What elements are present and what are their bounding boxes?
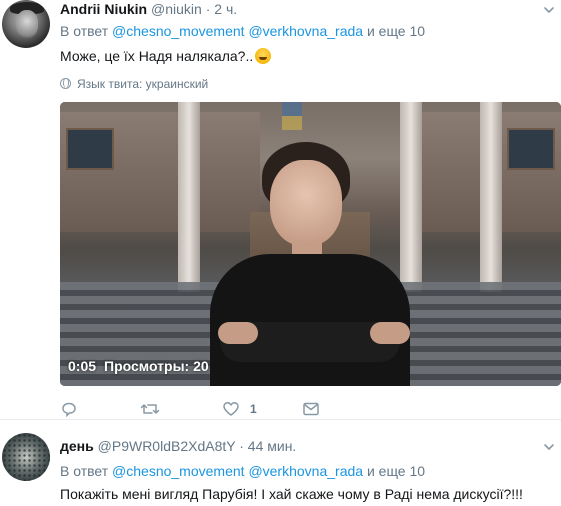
video-frame (60, 102, 561, 386)
tweet-header: день @P9WR0ldB2XdA8tY · 44 мин. (60, 437, 296, 455)
tweet-text-content: Може, це їх Надя налякала?.. (60, 48, 254, 64)
tweet[interactable]: Andrii Niukin @niukin · 2 ч. В ответ @ch… (0, 0, 561, 420)
avatar[interactable] (2, 0, 50, 48)
user-handle[interactable]: @P9WR0ldB2XdA8tY (98, 438, 236, 454)
mention-link[interactable]: @chesno_movement (112, 463, 245, 479)
mention-link[interactable]: @verkhovna_rada (248, 463, 363, 479)
tweet-header: Andrii Niukin @niukin · 2 ч. (60, 0, 237, 18)
mention-link[interactable]: @chesno_movement (112, 23, 245, 39)
reply-context: В ответ @chesno_movement @verkhovna_rada… (60, 22, 425, 40)
language-label: Язык твита: украинский (77, 77, 209, 91)
like-button[interactable]: 1 (222, 400, 257, 418)
tweet-text: Може, це їх Надя налякала?.. (60, 46, 272, 66)
reply-prefix: В ответ (60, 463, 109, 479)
tweet[interactable]: день @P9WR0ldB2XdA8tY · 44 мин. В ответ … (0, 421, 561, 506)
video-person (210, 142, 410, 386)
tweet-text: Покажіть мені вигляд Парубія! І хай скаж… (60, 486, 523, 502)
reply-context: В ответ @chesno_movement @verkhovna_rada… (60, 462, 425, 480)
retweet-button[interactable] (140, 400, 160, 418)
reply-button[interactable] (60, 400, 78, 418)
reply-others[interactable]: и еще 10 (367, 23, 425, 39)
user-name[interactable]: день (60, 438, 94, 454)
video-info: 0:05 Просмотры: 20 (68, 358, 209, 374)
video-views: Просмотры: 20 (104, 358, 209, 374)
like-count: 1 (250, 402, 257, 416)
reply-icon (62, 402, 76, 418)
chevron-down-icon[interactable] (543, 441, 555, 453)
video-time: 0:05 (68, 358, 97, 374)
globe-icon (60, 78, 71, 89)
separator: · (239, 438, 244, 454)
reply-others[interactable]: и еще 10 (367, 463, 425, 479)
tweet-language: Язык твита: украинский (60, 76, 208, 92)
user-handle[interactable]: @niukin (151, 1, 202, 17)
video-player[interactable]: 0:05 Просмотры: 20 (60, 102, 561, 386)
timestamp[interactable]: 2 ч. (214, 1, 237, 17)
reply-prefix: В ответ (60, 23, 109, 39)
chevron-down-icon[interactable] (543, 4, 555, 16)
retweet-icon (140, 404, 160, 414)
mention-link[interactable]: @verkhovna_rada (248, 23, 363, 39)
rolling-on-floor-laughing-emoji (255, 48, 272, 64)
timestamp[interactable]: 44 мин. (248, 438, 297, 454)
separator: · (205, 1, 211, 17)
direct-message-button[interactable] (302, 400, 320, 418)
user-name[interactable]: Andrii Niukin (60, 1, 147, 17)
avatar[interactable] (2, 433, 50, 481)
tweet-actions: 1 (60, 400, 360, 420)
envelope-icon (303, 402, 319, 416)
heart-icon (223, 402, 239, 416)
